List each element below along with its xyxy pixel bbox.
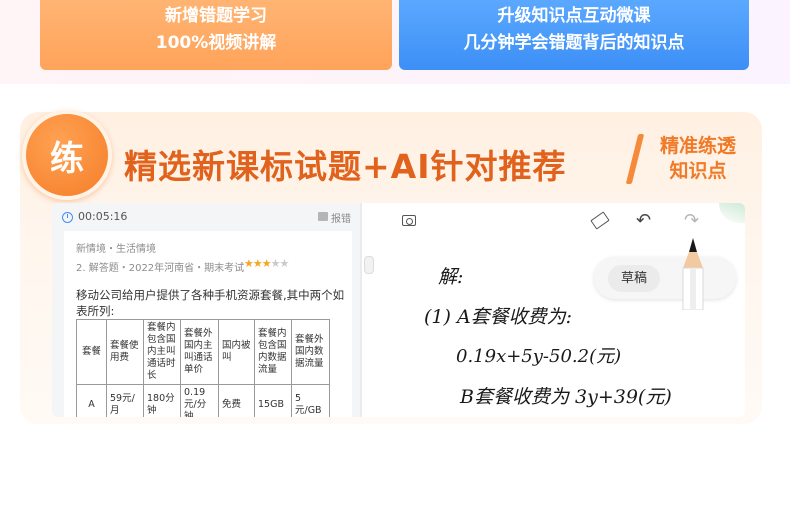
feature-tag: 精准练透 知识点: [648, 134, 748, 184]
micro-lesson-card[interactable]: 升级知识点互动微课 几分钟学会错题背后的知识点: [399, 0, 749, 70]
question-tags: 新情境・生活情境: [76, 244, 156, 255]
handwriting-line: B套餐收费为 3y+39(元): [460, 386, 672, 408]
question-card: 新情境・生活情境 2. 解答题・2022年河南省・期末考试 ★★★★★ 移动公司…: [64, 231, 352, 417]
table-header-cell: 套餐外国内主叫通话单价: [180, 319, 219, 385]
table-cell: A: [76, 384, 107, 417]
star-empty-icon: ★: [270, 257, 281, 270]
card-title: 新增错题学习: [165, 6, 267, 26]
table-cell: 免费: [218, 384, 255, 417]
card-subtitle: 100%视频讲解: [155, 33, 277, 53]
pencil-icon[interactable]: [682, 238, 704, 310]
handwriting-line: 0.19x+5y-50.2(元): [456, 346, 622, 367]
table-cell: 15GB: [254, 384, 292, 417]
question-source: 2. 解答题・2022年河南省・期末考试: [76, 263, 245, 274]
panel-divider: [360, 203, 362, 417]
video-explanation-card[interactable]: 新增错题学习 100%视频讲解: [40, 0, 392, 70]
star-filled-icon: ★: [244, 257, 254, 270]
report-icon[interactable]: [318, 212, 328, 221]
table-cell: 59元/月: [106, 384, 144, 417]
table-header-cell: 国内被叫: [218, 319, 255, 385]
card-subtitle: 几分钟学会错题背后的知识点: [463, 33, 685, 53]
feature-title: 精选新课标试题+AI针对推荐: [124, 147, 567, 186]
star-empty-icon: ★: [279, 257, 290, 270]
table-header-cell: 套餐使用费: [106, 319, 144, 385]
question-text: 移动公司给用户提供了各种手机资源套餐,其中两个如表所列:: [76, 288, 345, 318]
table-row: A 59元/月 180分钟 0.19元/分钟 免费 15GB 5元/GB: [76, 384, 330, 417]
resize-handle[interactable]: [364, 256, 374, 274]
draft-button[interactable]: 草稿: [608, 265, 660, 292]
table-cell: 5元/GB: [291, 384, 330, 417]
difficulty-stars: ★★★★★: [244, 257, 290, 270]
redo-icon[interactable]: ↷: [684, 212, 699, 230]
card-title: 升级知识点互动微课: [497, 6, 651, 26]
feature-tag-line1: 精准练透: [659, 135, 736, 157]
timer-text: 00:05:16: [78, 210, 128, 223]
table-cell: 180分钟: [143, 384, 181, 417]
practice-badge: 练: [22, 110, 112, 200]
question-header: 00:05:16 报错: [52, 203, 360, 231]
table-header-cell: 套餐内包含国内主叫通话时长: [143, 319, 181, 385]
table-header-cell: 套餐外国内数据流量: [291, 319, 330, 385]
question-panel: 00:05:16 报错 新情境・生活情境 2. 解答题・2022年河南省・期末考…: [52, 203, 360, 417]
table-cell: 0.19元/分钟: [180, 384, 219, 417]
star-filled-icon: ★: [261, 257, 272, 270]
handwriting-line: 解:: [438, 266, 464, 288]
report-button[interactable]: 报错: [331, 210, 351, 225]
plan-table: 套餐 套餐使用费 套餐内包含国内主叫通话时长 套餐外国内主叫通话单价 国内被叫 …: [76, 319, 330, 417]
clock-icon: [62, 212, 73, 223]
camera-icon[interactable]: [402, 215, 416, 226]
feature-tag-line2: 知识点: [669, 160, 727, 182]
star-filled-icon: ★: [252, 257, 263, 270]
handwriting-line: (1) A套餐收费为:: [424, 306, 573, 328]
table-header-cell: 套餐: [76, 319, 107, 385]
table-header-cell: 套餐内包含国内数据流量: [254, 319, 292, 385]
table-header-row: 套餐 套餐使用费 套餐内包含国内主叫通话时长 套餐外国内主叫通话单价 国内被叫 …: [76, 319, 330, 385]
undo-icon[interactable]: ↶: [636, 212, 651, 230]
